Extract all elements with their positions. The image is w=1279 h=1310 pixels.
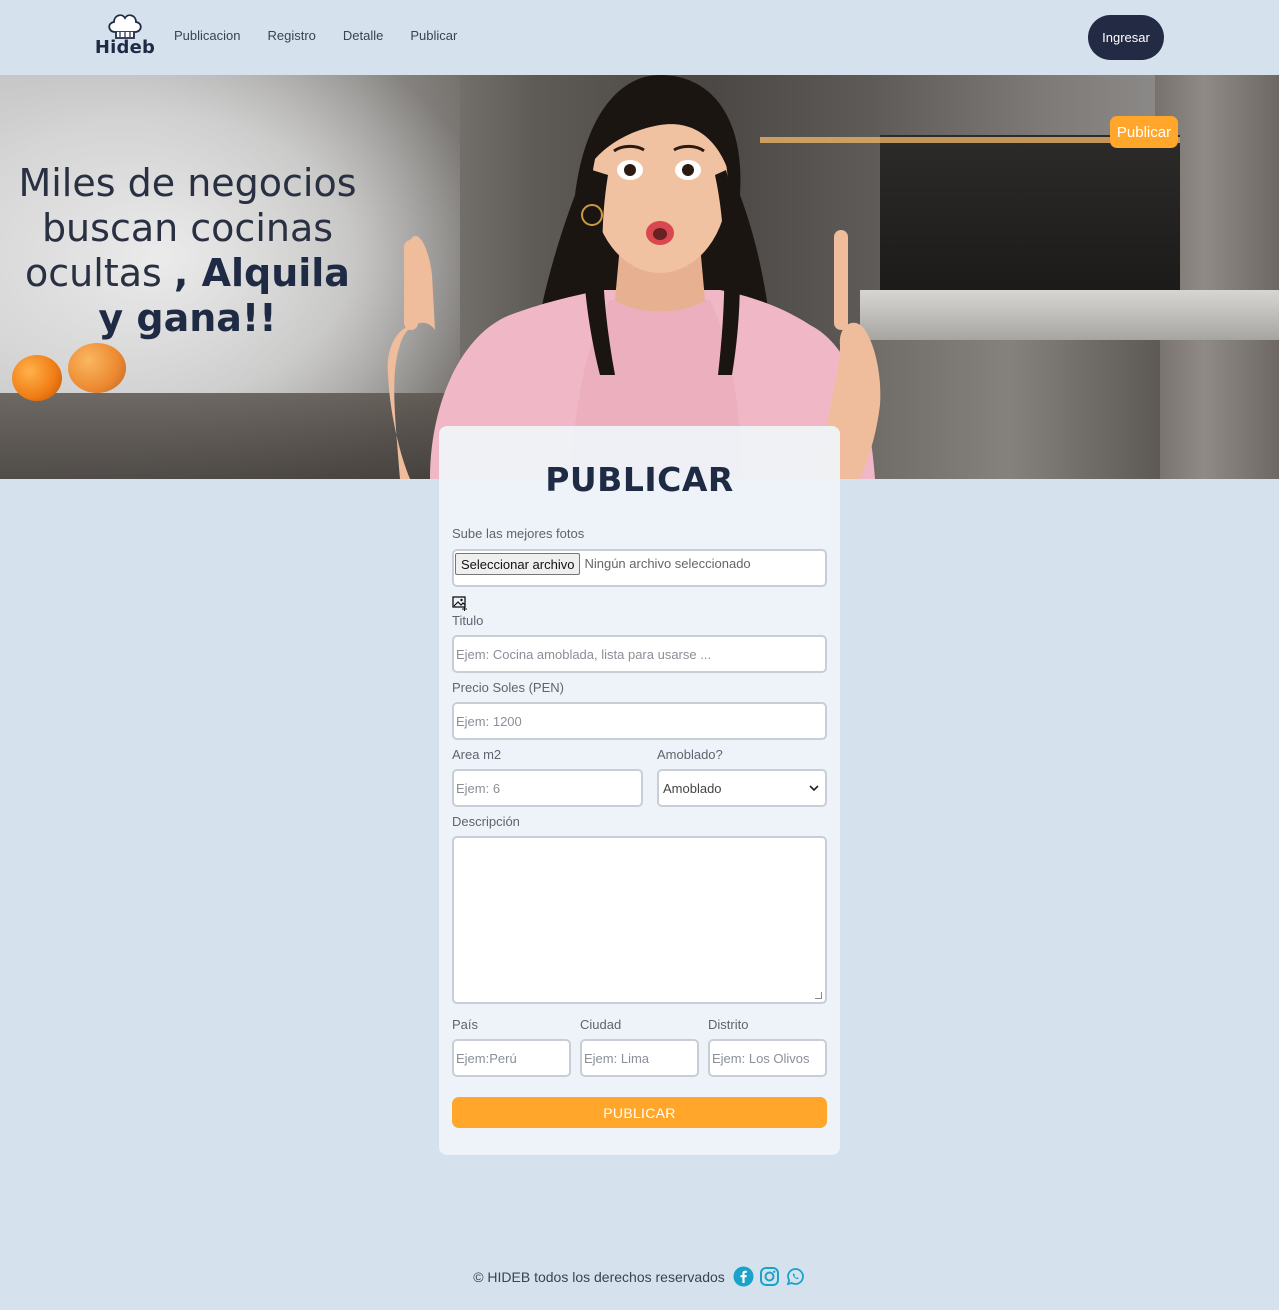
main-nav: Publicacion Registro Detalle Publicar <box>174 28 457 43</box>
hero-title: Miles de negocios buscan cocinas ocultas… <box>10 161 365 341</box>
description-label: Descripción <box>452 814 520 829</box>
hero-bg-orange <box>68 343 126 393</box>
nav-link-publicacion[interactable]: Publicacion <box>174 28 241 43</box>
footer: © HIDEB todos los derechos reservados <box>0 1266 1279 1287</box>
nav-link-detalle[interactable]: Detalle <box>343 28 383 43</box>
hero-banner: Miles de negocios buscan cocinas ocultas… <box>0 75 1279 479</box>
city-label: Ciudad <box>580 1017 622 1032</box>
photo-file-input[interactable]: Seleccionar archivo Ningún archivo selec… <box>452 549 827 587</box>
publish-form-card: PUBLICAR Sube las mejores fotos Seleccio… <box>439 426 840 1155</box>
instagram-icon[interactable] <box>759 1266 780 1287</box>
furnished-label: Amoblado? <box>657 747 723 762</box>
furnished-selected-value: Amoblado <box>663 780 722 796</box>
image-icon <box>452 596 467 611</box>
select-file-button[interactable]: Seleccionar archivo <box>455 553 581 575</box>
chevron-down-icon <box>809 784 819 791</box>
hero-publicar-button[interactable]: Publicar <box>1110 116 1178 148</box>
facebook-icon[interactable] <box>733 1266 754 1287</box>
copyright-text: © HIDEB todos los derechos reservados <box>473 1268 725 1285</box>
form-title: PUBLICAR <box>545 460 734 499</box>
title-input[interactable] <box>452 635 827 673</box>
price-input[interactable] <box>452 702 827 740</box>
hero-woman-image <box>387 75 881 479</box>
country-label: País <box>452 1017 479 1032</box>
file-status-text: Ningún archivo seleccionado <box>584 556 751 571</box>
hero-bg-cabinet <box>880 135 1180 295</box>
city-input[interactable] <box>580 1039 699 1077</box>
navbar: Hideb Publicacion Registro Detalle Publi… <box>0 0 1279 75</box>
resize-handle-icon[interactable] <box>815 992 822 999</box>
title-label: Titulo <box>452 613 484 628</box>
area-input[interactable] <box>452 769 643 807</box>
nav-link-publicar[interactable]: Publicar <box>410 28 457 43</box>
description-textarea[interactable] <box>452 836 827 1004</box>
submit-publicar-button[interactable]: PUBLICAR <box>452 1097 827 1128</box>
brand-logo[interactable]: Hideb <box>94 10 156 62</box>
district-label: Distrito <box>708 1017 749 1032</box>
hero-bg-orange <box>12 355 62 401</box>
login-button[interactable]: Ingresar <box>1088 15 1164 60</box>
hero-bg-counter <box>860 290 1279 340</box>
brand-name: Hideb <box>94 37 156 58</box>
chef-hat-icon <box>108 14 142 39</box>
country-input[interactable] <box>452 1039 571 1077</box>
social-links <box>733 1266 806 1287</box>
furnished-select[interactable]: Amoblado <box>657 769 827 807</box>
district-input[interactable] <box>708 1039 827 1077</box>
whatsapp-icon[interactable] <box>785 1266 806 1287</box>
price-label: Precio Soles (PEN) <box>452 680 564 695</box>
nav-link-registro[interactable]: Registro <box>268 28 316 43</box>
photos-label: Sube las mejores fotos <box>452 526 585 541</box>
area-label: Area m2 <box>452 747 502 762</box>
